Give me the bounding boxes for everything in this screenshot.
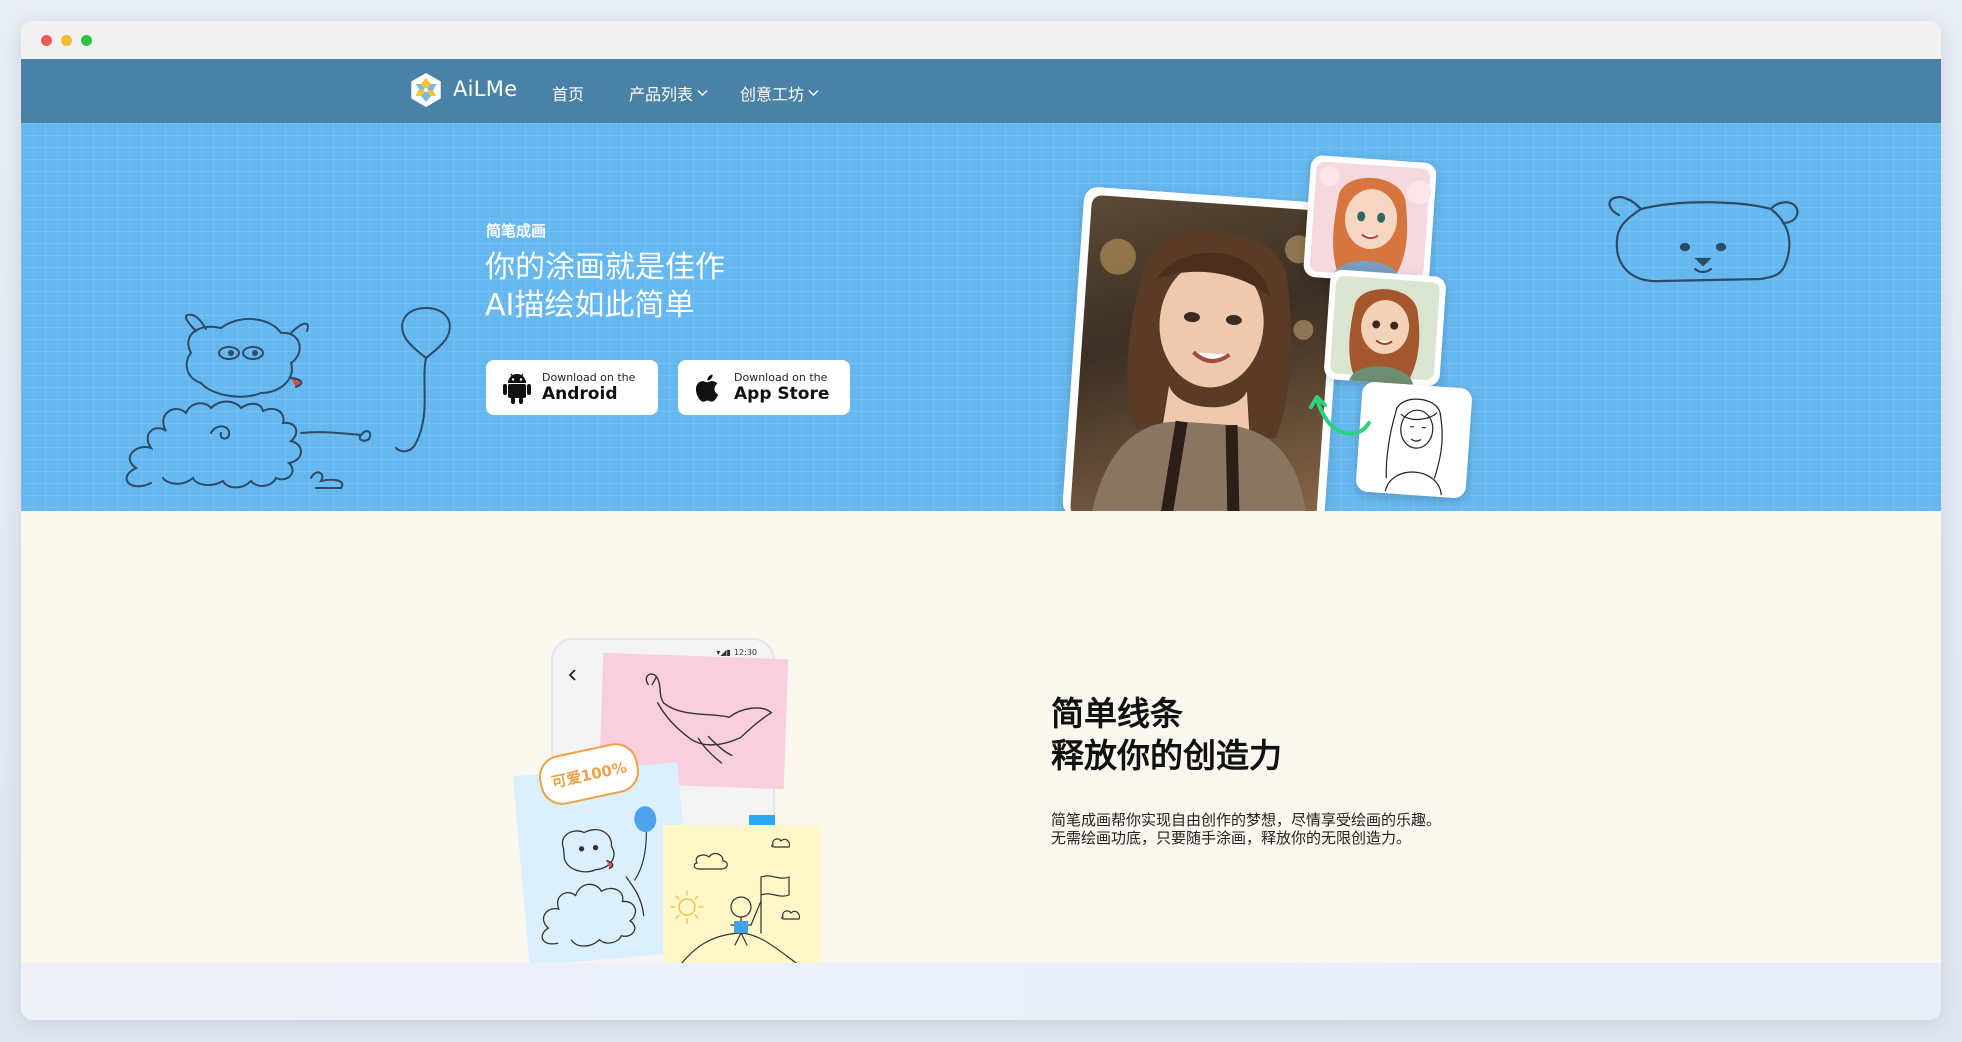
phone-status-bar: ▾◢▮ 12:30 <box>716 648 757 657</box>
nav-item-label: 创意工坊 <box>740 85 805 104</box>
maximize-window-button[interactable] <box>81 35 92 46</box>
status-time: 12:30 <box>733 648 757 657</box>
kid-doodle-card <box>663 825 821 976</box>
feature-description-line: 无需绘画功底，只要随手涂画，释放你的无限创造力。 <box>1051 829 1412 847</box>
hero-title: 你的涂画就是佳作 AI描绘如此简单 <box>485 249 725 325</box>
anime-portrait-thumbnail <box>1323 269 1447 387</box>
feature-section: ▾◢▮ 12:30 可爱100% 简单线条 释放你的创造力 简笔成画帮你实现自由… <box>21 511 1941 987</box>
feature-title-line: 简单线条 <box>1051 694 1183 733</box>
chevron-down-icon <box>697 90 708 96</box>
feature-title: 简单线条 释放你的创造力 <box>1051 693 1282 777</box>
signal-icon: ▾◢▮ <box>716 648 731 657</box>
nav-item-products[interactable]: 产品列表 <box>629 81 708 105</box>
back-arrow-icon[interactable] <box>567 668 579 682</box>
feature-title-line: 释放你的创造力 <box>1051 736 1282 775</box>
feature-description: 简笔成画帮你实现自由创作的梦想，尽情享受绘画的乐趣。 无需绘画功底，只要随手涂画… <box>1051 811 1441 847</box>
apple-icon <box>695 374 719 402</box>
button-label: App Store <box>734 384 830 404</box>
minimize-window-button[interactable] <box>61 35 72 46</box>
ailme-logo-icon[interactable] <box>407 71 445 109</box>
nav-item-creative-workshop[interactable]: 创意工坊 <box>740 81 819 105</box>
portrait-image <box>1089 230 1314 511</box>
portrait-photo-main <box>1061 186 1347 511</box>
top-navbar: AiLMe 首页 产品列表 创意工坊 <box>21 59 1941 123</box>
button-caption: Download on the <box>734 371 828 384</box>
chevron-down-icon <box>808 90 819 96</box>
brand-name[interactable]: AiLMe <box>453 77 517 101</box>
hero-title-line: AI描绘如此简单 <box>485 288 695 323</box>
feature-description-line: 简笔成画帮你实现自由创作的梦想，尽情享受绘画的乐趣。 <box>1051 811 1442 829</box>
transform-arrow-icon <box>1309 395 1371 436</box>
button-label: Android <box>542 384 618 404</box>
nav-item-label: 首页 <box>552 85 585 104</box>
anime-portrait-thumbnail <box>1302 154 1438 286</box>
android-download-button[interactable]: Download on the Android <box>486 360 658 415</box>
bear-doodle-illustration <box>1608 195 1799 283</box>
browser-window: AiLMe 首页 产品列表 创意工坊 简笔成画 你的涂画就是佳作 AI描绘如此简… <box>21 21 1941 1020</box>
app-store-download-button[interactable]: Download on the App Store <box>678 360 850 415</box>
sheep-doodle-illustration <box>125 306 451 489</box>
nav-item-label: 产品列表 <box>629 85 694 104</box>
title-bar <box>21 21 1941 59</box>
android-icon <box>503 373 531 404</box>
button-caption: Download on the <box>542 371 636 384</box>
hero-title-line: 你的涂画就是佳作 <box>485 250 725 285</box>
nav-item-home[interactable]: 首页 <box>552 81 584 105</box>
hero-banner: 简笔成画 你的涂画就是佳作 AI描绘如此简单 Download on the A… <box>21 123 1941 511</box>
close-window-button[interactable] <box>41 35 52 46</box>
hero-tag: 简笔成画 <box>486 222 547 240</box>
footer-strip <box>21 963 1941 1020</box>
